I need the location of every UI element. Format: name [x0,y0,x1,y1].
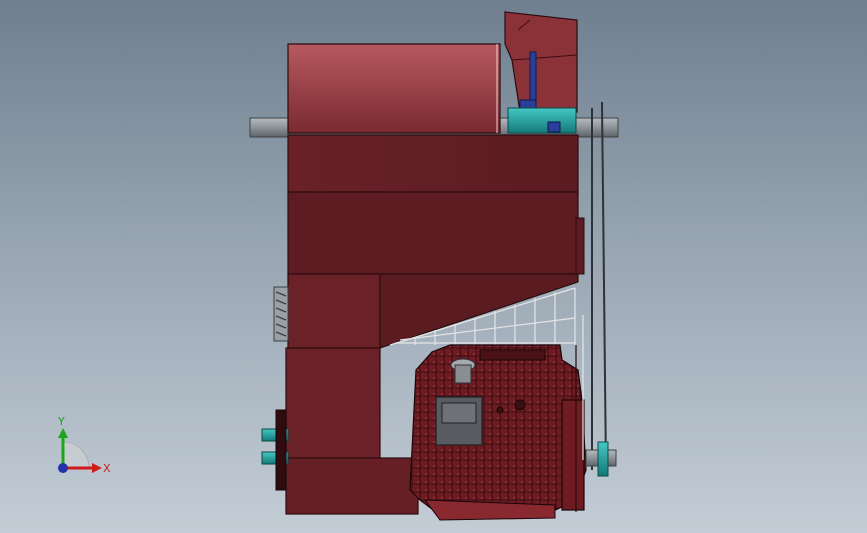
sloped-chute[interactable] [379,273,579,349]
z-axis-origin [58,463,68,473]
side-flange [575,217,585,275]
gear-housing[interactable] [561,399,585,511]
diesel-engine[interactable] [409,344,587,521]
engine-port-2 [496,406,504,414]
teal-bearing-block[interactable] [507,107,577,134]
lower-left-column[interactable] [287,273,381,349]
x-axis-label: X [103,462,111,475]
base-floor[interactable] [285,457,419,515]
machine-assembly-model[interactable] [0,0,867,533]
valve-cover[interactable] [479,349,546,361]
drive-belt[interactable] [591,101,607,471]
engine-port [514,399,526,411]
ecu-panel [441,402,477,424]
body-lower-section[interactable] [287,191,579,275]
hopper-top-section[interactable] [287,43,501,134]
oil-filler-neck [454,364,472,384]
base-left-section[interactable] [285,347,381,461]
side-louvers[interactable] [273,286,289,342]
base-left-rail [275,409,287,491]
pulley-hub[interactable] [597,441,609,477]
blue-bracket-foot [519,99,537,109]
cad-viewport[interactable]: Y X [0,0,867,533]
y-axis-label: Y [57,415,65,428]
x-axis-arrowhead [92,463,102,473]
top-right-housing[interactable] [504,11,578,113]
coordinate-triad: Y X [57,415,111,475]
y-axis-arrowhead [58,428,68,438]
body-middle-section[interactable] [287,134,579,193]
bearing-bolt [547,121,561,133]
triad-plane-quadrant [62,441,90,469]
